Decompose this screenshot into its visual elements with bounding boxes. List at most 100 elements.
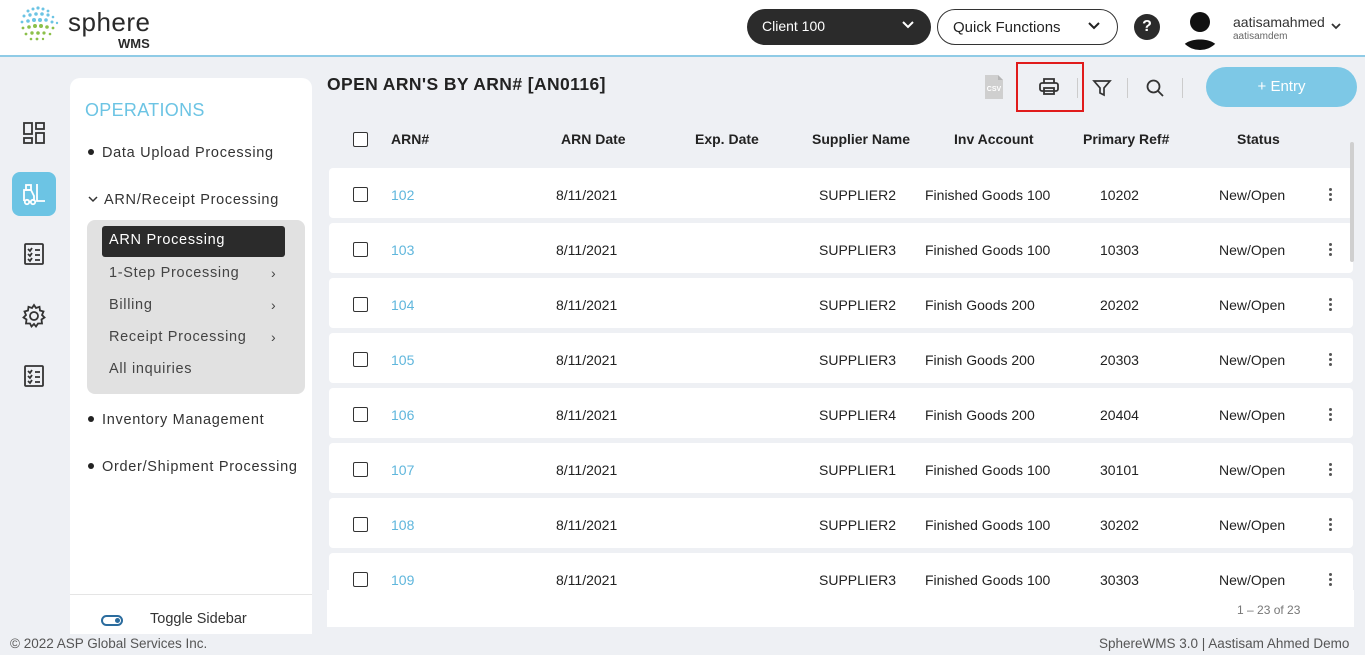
cell-supplier: SUPPLIER1 <box>819 462 897 478</box>
column-header-supplier[interactable]: Supplier Name <box>812 131 910 147</box>
cell-inv-account: Finish Goods 200 <box>925 297 1035 313</box>
cell-primary-ref: 30303 <box>1100 572 1139 588</box>
checklist-icon[interactable] <box>12 232 56 276</box>
sidebar-item-inventory[interactable]: Inventory Management <box>88 412 264 428</box>
table-row[interactable]: 104 8/11/2021 SUPPLIER2 Finish Goods 200 202… <box>329 278 1353 328</box>
csv-export-icon[interactable]: CSV <box>982 73 1006 101</box>
cell-arn[interactable]: 107 <box>391 462 414 478</box>
cell-arn[interactable]: 106 <box>391 407 414 423</box>
cell-arn-date: 8/11/2021 <box>556 407 618 423</box>
more-vertical-icon[interactable] <box>1329 188 1335 202</box>
table-row[interactable]: 103 8/11/2021 SUPPLIER3 Finished Goods 100 1… <box>329 223 1353 273</box>
row-checkbox[interactable] <box>353 297 368 312</box>
table-row[interactable]: 105 8/11/2021 SUPPLIER3 Finish Goods 200 203… <box>329 333 1353 383</box>
table-row[interactable]: 102 8/11/2021 SUPPLIER2 Finished Goods 100 1… <box>329 168 1353 218</box>
cell-arn[interactable]: 108 <box>391 517 414 533</box>
globe-dots-icon <box>20 6 59 41</box>
row-checkbox[interactable] <box>353 407 368 422</box>
submenu-item-billing[interactable]: Billing <box>109 297 153 313</box>
toggle-switch[interactable] <box>101 615 123 626</box>
user-name[interactable]: aatisamahmed <box>1233 14 1325 30</box>
cell-arn[interactable]: 104 <box>391 297 414 313</box>
cell-arn[interactable]: 103 <box>391 242 414 258</box>
select-all-checkbox[interactable] <box>353 132 368 147</box>
column-header-primary-ref[interactable]: Primary Ref# <box>1083 131 1169 147</box>
cell-supplier: SUPPLIER4 <box>819 407 897 423</box>
help-icon[interactable]: ? <box>1134 14 1160 40</box>
row-checkbox[interactable] <box>353 352 368 367</box>
cell-inv-account: Finished Goods 100 <box>925 242 1051 258</box>
submenu-item-arn-processing[interactable]: ARN Processing <box>102 226 285 257</box>
cell-primary-ref: 30101 <box>1100 462 1139 478</box>
more-vertical-icon[interactable] <box>1329 353 1335 367</box>
sidebar-item-data-upload[interactable]: Data Upload Processing <box>88 145 274 161</box>
cell-arn[interactable]: 105 <box>391 352 414 368</box>
chevron-down-icon[interactable] <box>1330 22 1342 30</box>
csv-label: CSV <box>987 86 1002 93</box>
row-checkbox[interactable] <box>353 242 368 257</box>
dashboard-icon[interactable] <box>12 111 56 155</box>
more-vertical-icon[interactable] <box>1329 408 1335 422</box>
cell-supplier: SUPPLIER3 <box>819 352 897 368</box>
submenu-item-all-inquiries[interactable]: All inquiries <box>109 361 192 377</box>
filter-icon[interactable] <box>1090 76 1114 100</box>
cell-status: New/Open <box>1219 242 1286 258</box>
cell-supplier: SUPPLIER3 <box>819 572 897 588</box>
table-row[interactable]: 106 8/11/2021 SUPPLIER4 Finish Goods 200 204… <box>329 388 1353 438</box>
forklift-icon[interactable] <box>12 172 56 216</box>
more-vertical-icon[interactable] <box>1329 573 1335 587</box>
cell-status: New/Open <box>1219 352 1286 368</box>
column-header-arn-date[interactable]: ARN Date <box>561 131 626 147</box>
arn-submenu: ARN Processing 1-Step Processing › Billi… <box>87 220 305 394</box>
more-vertical-icon[interactable] <box>1329 243 1335 257</box>
more-vertical-icon[interactable] <box>1329 518 1335 532</box>
row-checkbox[interactable] <box>353 462 368 477</box>
version-text: SphereWMS 3.0 | Aastisam Ahmed Demo <box>1099 636 1350 651</box>
cell-primary-ref: 10303 <box>1100 242 1139 258</box>
cell-arn[interactable]: 109 <box>391 572 414 588</box>
bullet-icon <box>88 149 94 156</box>
cell-status: New/Open <box>1219 187 1286 203</box>
chevron-down-icon <box>1088 22 1100 30</box>
sidebar-item-arn-receipt[interactable]: ARN/Receipt Processing <box>88 192 279 208</box>
avatar[interactable] <box>1178 6 1222 50</box>
cell-supplier: SUPPLIER2 <box>819 297 897 313</box>
cell-arn-date: 8/11/2021 <box>556 242 618 258</box>
page-title: OPEN ARN'S BY ARN# [AN0116] <box>327 74 606 94</box>
sidebar-item-label: Inventory Management <box>102 412 265 428</box>
column-header-status[interactable]: Status <box>1237 131 1280 147</box>
cell-primary-ref: 20404 <box>1100 407 1139 423</box>
pagination-info: 1 – 23 of 23 <box>1237 603 1301 617</box>
chevron-right-icon: › <box>271 265 276 281</box>
toggle-sidebar-row[interactable]: Toggle Sidebar <box>70 594 312 634</box>
column-header-inv-account[interactable]: Inv Account <box>954 131 1034 147</box>
quick-functions-select[interactable]: Quick Functions <box>937 9 1118 45</box>
cell-arn[interactable]: 102 <box>391 187 414 203</box>
table-row[interactable]: 107 8/11/2021 SUPPLIER1 Finished Goods 100 3… <box>329 443 1353 493</box>
cell-status: New/Open <box>1219 407 1286 423</box>
submenu-item-receipt-processing[interactable]: Receipt Processing <box>109 329 247 345</box>
search-icon[interactable] <box>1143 76 1167 100</box>
table-scrollbar[interactable] <box>1350 142 1354 262</box>
bullet-icon <box>88 463 94 470</box>
add-entry-button[interactable]: + Entry <box>1206 67 1357 107</box>
sphere-logo[interactable]: sphere WMS <box>18 5 168 51</box>
print-highlight-box <box>1016 62 1084 112</box>
row-checkbox[interactable] <box>353 187 368 202</box>
column-header-arn[interactable]: ARN# <box>391 131 429 147</box>
cell-status: New/Open <box>1219 572 1286 588</box>
chevron-right-icon: › <box>271 329 276 345</box>
column-header-exp-date[interactable]: Exp. Date <box>695 131 759 147</box>
client-select[interactable]: Client 100 <box>747 9 931 45</box>
table-row[interactable]: 108 8/11/2021 SUPPLIER2 Finished Goods 100 3… <box>329 498 1353 548</box>
more-vertical-icon[interactable] <box>1329 298 1335 312</box>
sidebar-item-order-shipment[interactable]: Order/Shipment Processing <box>88 459 298 475</box>
logo-subtitle: WMS <box>118 36 150 51</box>
report-list-icon[interactable] <box>12 354 56 398</box>
gear-icon[interactable] <box>12 294 56 338</box>
submenu-item-1-step-processing[interactable]: 1-Step Processing <box>109 265 239 281</box>
cell-primary-ref: 20303 <box>1100 352 1139 368</box>
more-vertical-icon[interactable] <box>1329 463 1335 477</box>
row-checkbox[interactable] <box>353 572 368 587</box>
row-checkbox[interactable] <box>353 517 368 532</box>
